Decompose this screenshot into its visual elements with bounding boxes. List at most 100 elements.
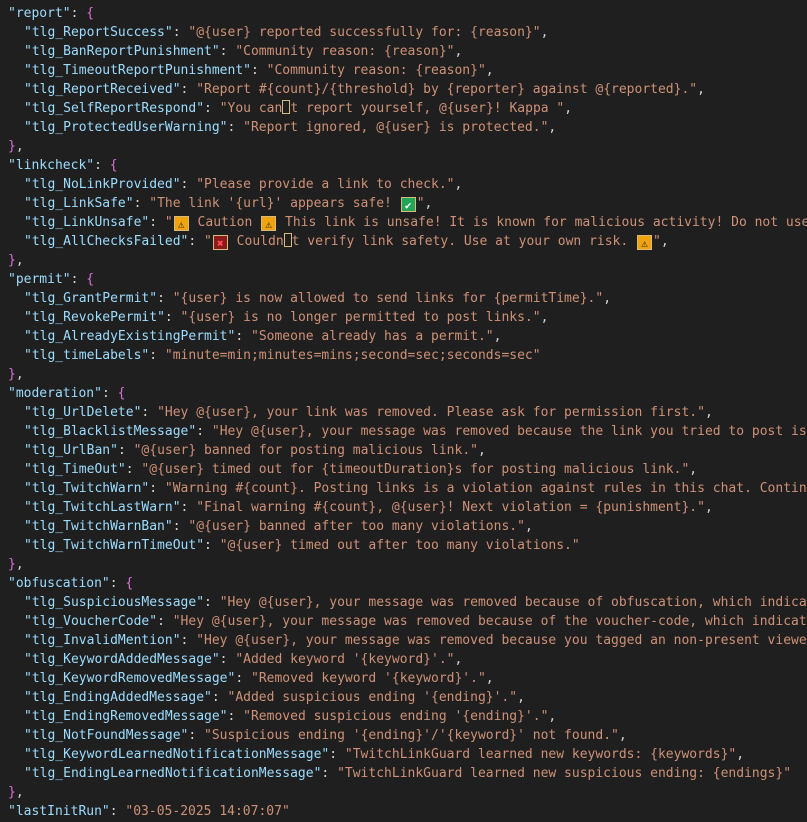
key-quote: " (196, 595, 205, 610)
colon: : (157, 291, 173, 306)
string-quote: " (697, 500, 705, 515)
entry-line[interactable]: "tlg_VoucherCode": "Hey @{user}, your me… (0, 612, 807, 631)
key-quote: " (8, 386, 16, 401)
string-quote: " (470, 443, 478, 458)
entry-key: tlg_TwitchWarnBan (31, 519, 165, 534)
entry-key: tlg_SuspiciousMessage (31, 595, 197, 610)
entry-line[interactable]: "tlg_KeywordLearnedNotificationMessage":… (0, 745, 807, 764)
entry-value-text: t verify link safety. Use at your own ri… (291, 234, 637, 249)
entry-key: tlg_ProtectedUserWarning (31, 120, 220, 135)
key-quote: " (24, 63, 32, 78)
colon: : (180, 633, 197, 648)
key-quote: " (24, 234, 32, 249)
warning-icon: ⚠ (261, 216, 277, 231)
entry-line[interactable]: "tlg_AlreadyExistingPermit": "Someone al… (0, 327, 807, 346)
entry-line[interactable]: "tlg_TwitchWarnTimeOut": "@{user} timed … (0, 536, 807, 555)
entry-value-text: @{user} timed out after too many violati… (227, 538, 572, 553)
entry-line[interactable]: "tlg_EndingLearnedNotificationMessage": … (0, 764, 807, 783)
key-quote: " (24, 329, 32, 344)
key-quote: " (149, 614, 158, 629)
string-quote: " (509, 690, 518, 705)
section-header-line[interactable]: "permit": { (0, 270, 807, 289)
string-quote: " (485, 329, 494, 344)
colon: : (329, 747, 345, 762)
last-init-run-key: lastInitRun (15, 804, 102, 819)
entry-line[interactable]: "tlg_NoLinkProvided": "Please provide a … (0, 175, 807, 194)
key-quote: " (157, 310, 165, 325)
key-quote: " (24, 652, 32, 667)
open-brace: { (86, 272, 95, 287)
entry-value-text: Please provide a link to check. (204, 177, 447, 192)
entry-line[interactable]: "tlg_KeywordRemovedMessage": "Removed ke… (0, 669, 807, 688)
entry-line[interactable]: "tlg_LinkUnsafe": " ⚠ Caution ⚠ This link… (0, 213, 807, 232)
entry-value-text: Removed suspicious ending '{ending}'. (250, 709, 541, 724)
entry-key: tlg_KeywordLearnedNotificationMessage (31, 747, 322, 762)
entry-key: tlg_TimeOut (31, 462, 118, 477)
entry-line[interactable]: "tlg_TwitchWarn": "Warning #{count}. Pos… (0, 479, 807, 498)
entry-line[interactable]: "tlg_BlacklistMessage": "Hey @{user}, yo… (0, 422, 807, 441)
entry-line[interactable]: "tlg_InvalidMention": "Hey @{user}, your… (0, 631, 807, 650)
section-header-line[interactable]: "report": { (0, 4, 807, 23)
key-quote: " (62, 6, 71, 21)
section-header-line[interactable]: "moderation": { (0, 384, 807, 403)
entry-line[interactable]: "tlg_AllChecksFailed": " ✖ Couldn t verify… (0, 232, 807, 251)
entry-line[interactable]: "tlg_ReportReceived": "Report #{count}/{… (0, 80, 807, 99)
entry-line[interactable]: "tlg_LinkSafe": "The link '{url}' appear… (0, 194, 807, 213)
colon: : (172, 25, 189, 40)
entry-line[interactable]: "tlg_timeLabels": "minute=min;minutes=mi… (0, 346, 807, 365)
entry-line[interactable]: "tlg_TimeoutReportPunishment": "Communit… (0, 61, 807, 80)
string-quote: " (164, 348, 173, 363)
entry-line[interactable]: "tlg_EndingAddedMessage": "Added suspici… (0, 688, 807, 707)
string-quote: " (172, 291, 181, 306)
entry-line[interactable]: "tlg_SuspiciousMessage": "Hey @{user}, y… (0, 593, 807, 612)
key-quote: " (219, 120, 228, 135)
entry-line[interactable]: "tlg_BanReportPunishment": "Community re… (0, 42, 807, 61)
last-init-run-line[interactable]: "lastInitRun": "03-05-2025 14:07:07" (0, 802, 807, 821)
key-quote: " (24, 538, 32, 553)
entry-value-text: Report #{count}/{threshold} by {reporter… (204, 82, 690, 97)
entry-line[interactable]: "tlg_ProtectedUserWarning": "Report igno… (0, 118, 807, 137)
entry-value-text: @{user} banned for posting malicious lin… (141, 443, 471, 458)
close-brace: } (8, 253, 16, 268)
open-brace: { (86, 6, 95, 21)
colon: : (204, 101, 220, 116)
key-quote: " (24, 82, 32, 97)
entry-line[interactable]: "tlg_TwitchLastWarn": "Final warning #{c… (0, 498, 807, 517)
check-mark-icon: ✔ (400, 197, 416, 212)
entry-line[interactable]: "tlg_GrantPermit": "{user} is now allowe… (0, 289, 807, 308)
entry-value-text: @{user} banned after too many violations… (196, 519, 518, 534)
string-quote: " (477, 671, 486, 686)
string-quote: " (219, 595, 228, 610)
entry-line[interactable]: "tlg_SelfReportRespond": "You can t repor… (0, 99, 807, 118)
entry-line[interactable]: "tlg_UrlBan": "@{user} banned for postin… (0, 441, 807, 460)
string-quote: " (532, 348, 541, 363)
close-brace: } (8, 557, 16, 572)
entry-line[interactable]: "tlg_RevokePermit": "{user} is no longer… (0, 308, 807, 327)
section-header-line[interactable]: "linkcheck": { (0, 156, 807, 175)
entry-line[interactable]: "tlg_UrlDelete": "Hey @{user}, your link… (0, 403, 807, 422)
string-quote: " (337, 766, 345, 781)
entry-key: tlg_InvalidMention (31, 633, 173, 648)
entry-value-text: Community reason: {reason} (243, 44, 447, 59)
entry-line[interactable]: "tlg_NotFoundMessage": "Suspicious endin… (0, 726, 807, 745)
colon: : (250, 63, 267, 78)
key-quote: " (172, 82, 181, 97)
entry-line[interactable]: "tlg_TimeOut": "@{user} timed out for {t… (0, 460, 807, 479)
entry-value-text: Someone already has a permit. (258, 329, 486, 344)
entry-line[interactable]: "tlg_EndingRemovedMessage": "Removed sus… (0, 707, 807, 726)
string-quote: " (611, 728, 619, 743)
key-quote: " (24, 215, 32, 230)
comma: , (517, 690, 525, 705)
comma: , (493, 329, 502, 344)
comma: , (548, 120, 557, 135)
key-quote: " (24, 424, 32, 439)
entry-line[interactable]: "tlg_KeywordAddedMessage": "Added keywor… (0, 650, 807, 669)
colon: : (94, 158, 110, 173)
entry-value-text: @{user} timed out for {timeoutDuration}s… (149, 462, 682, 477)
section-header-line[interactable]: "obfuscation": { (0, 574, 807, 593)
entry-line[interactable]: "tlg_TwitchWarnBan": "@{user} banned aft… (0, 517, 807, 536)
json-editor[interactable]: "report": {"tlg_ReportSuccess": "@{user}… (0, 0, 807, 822)
string-quote: " (689, 82, 698, 97)
key-quote: " (204, 690, 212, 705)
entry-line[interactable]: "tlg_ReportSuccess": "@{user} reported s… (0, 23, 807, 42)
